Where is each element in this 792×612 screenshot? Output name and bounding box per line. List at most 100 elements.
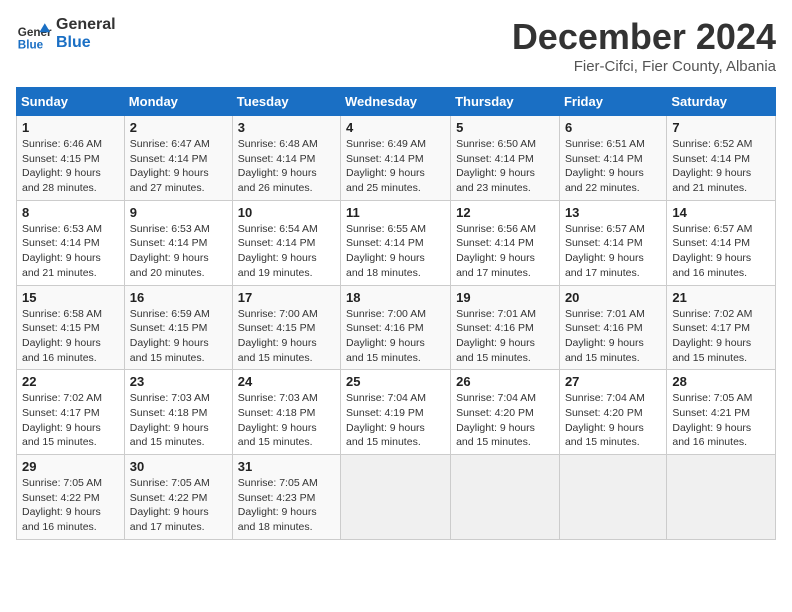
day-number: 8 bbox=[22, 205, 119, 220]
day-number: 13 bbox=[565, 205, 661, 220]
calendar-cell: 5 Sunrise: 6:50 AMSunset: 4:14 PMDaylight… bbox=[451, 116, 560, 201]
day-info: Sunrise: 7:01 AMSunset: 4:16 PMDaylight:… bbox=[565, 307, 661, 366]
day-number: 21 bbox=[672, 290, 770, 305]
day-info: Sunrise: 7:05 AMSunset: 4:22 PMDaylight:… bbox=[130, 476, 227, 535]
day-info: Sunrise: 7:05 AMSunset: 4:21 PMDaylight:… bbox=[672, 391, 770, 450]
day-info: Sunrise: 6:50 AMSunset: 4:14 PMDaylight:… bbox=[456, 137, 554, 196]
col-header-friday: Friday bbox=[559, 88, 666, 116]
day-number: 6 bbox=[565, 120, 661, 135]
calendar-cell: 7 Sunrise: 6:52 AMSunset: 4:14 PMDaylight… bbox=[667, 116, 776, 201]
calendar-cell: 12 Sunrise: 6:56 AMSunset: 4:14 PMDayligh… bbox=[451, 200, 560, 285]
col-header-sunday: Sunday bbox=[17, 88, 125, 116]
day-number: 3 bbox=[238, 120, 335, 135]
calendar-cell: 13 Sunrise: 6:57 AMSunset: 4:14 PMDayligh… bbox=[559, 200, 666, 285]
calendar-cell: 1Sunrise: 6:46 AMSunset: 4:15 PMDaylight… bbox=[17, 116, 125, 201]
calendar-week-1: 1Sunrise: 6:46 AMSunset: 4:15 PMDaylight… bbox=[17, 116, 776, 201]
calendar-cell: 26 Sunrise: 7:04 AMSunset: 4:20 PMDayligh… bbox=[451, 370, 560, 455]
page-header: General Blue General Blue December 2024 … bbox=[16, 16, 776, 75]
day-info: Sunrise: 7:03 AMSunset: 4:18 PMDaylight:… bbox=[238, 391, 335, 450]
day-info: Sunrise: 6:51 AMSunset: 4:14 PMDaylight:… bbox=[565, 137, 661, 196]
calendar-cell bbox=[451, 455, 560, 540]
day-info: Sunrise: 7:05 AMSunset: 4:23 PMDaylight:… bbox=[238, 476, 335, 535]
calendar-cell: 22Sunrise: 7:02 AMSunset: 4:17 PMDayligh… bbox=[17, 370, 125, 455]
day-info: Sunrise: 6:47 AMSunset: 4:14 PMDaylight:… bbox=[130, 137, 227, 196]
calendar-cell: 8 Sunrise: 6:53 AMSunset: 4:14 PMDaylight… bbox=[17, 200, 125, 285]
col-header-tuesday: Tuesday bbox=[232, 88, 340, 116]
calendar-cell bbox=[667, 455, 776, 540]
day-number: 10 bbox=[238, 205, 335, 220]
day-info: Sunrise: 7:05 AMSunset: 4:22 PMDaylight:… bbox=[22, 476, 119, 535]
location: Fier-Cifci, Fier County, Albania bbox=[512, 58, 776, 75]
calendar-week-4: 22Sunrise: 7:02 AMSunset: 4:17 PMDayligh… bbox=[17, 370, 776, 455]
day-number: 15 bbox=[22, 290, 119, 305]
calendar-header-row: SundayMondayTuesdayWednesdayThursdayFrid… bbox=[17, 88, 776, 116]
title-block: December 2024 Fier-Cifci, Fier County, A… bbox=[512, 16, 776, 75]
day-number: 17 bbox=[238, 290, 335, 305]
day-number: 12 bbox=[456, 205, 554, 220]
calendar-cell: 27 Sunrise: 7:04 AMSunset: 4:20 PMDayligh… bbox=[559, 370, 666, 455]
day-number: 18 bbox=[346, 290, 445, 305]
day-info: Sunrise: 7:04 AMSunset: 4:20 PMDaylight:… bbox=[565, 391, 661, 450]
day-info: Sunrise: 7:02 AMSunset: 4:17 PMDaylight:… bbox=[672, 307, 770, 366]
day-info: Sunrise: 6:55 AMSunset: 4:14 PMDaylight:… bbox=[346, 222, 445, 281]
day-info: Sunrise: 6:46 AMSunset: 4:15 PMDaylight:… bbox=[22, 137, 119, 196]
day-number: 29 bbox=[22, 459, 119, 474]
calendar-cell: 9Sunrise: 6:53 AMSunset: 4:14 PMDaylight… bbox=[124, 200, 232, 285]
calendar-cell: 29 Sunrise: 7:05 AMSunset: 4:22 PMDayligh… bbox=[17, 455, 125, 540]
month-title: December 2024 bbox=[512, 16, 776, 58]
day-info: Sunrise: 6:53 AMSunset: 4:14 PMDaylight:… bbox=[22, 222, 119, 281]
day-info: Sunrise: 7:04 AMSunset: 4:20 PMDaylight:… bbox=[456, 391, 554, 450]
day-info: Sunrise: 6:57 AMSunset: 4:14 PMDaylight:… bbox=[565, 222, 661, 281]
day-number: 2 bbox=[130, 120, 227, 135]
svg-text:Blue: Blue bbox=[18, 38, 44, 51]
day-number: 31 bbox=[238, 459, 335, 474]
day-number: 28 bbox=[672, 374, 770, 389]
day-info: Sunrise: 7:00 AMSunset: 4:15 PMDaylight:… bbox=[238, 307, 335, 366]
day-number: 22 bbox=[22, 374, 119, 389]
day-info: Sunrise: 6:56 AMSunset: 4:14 PMDaylight:… bbox=[456, 222, 554, 281]
day-number: 27 bbox=[565, 374, 661, 389]
calendar-cell: 31 Sunrise: 7:05 AMSunset: 4:23 PMDayligh… bbox=[232, 455, 340, 540]
col-header-wednesday: Wednesday bbox=[341, 88, 451, 116]
calendar-cell: 14Sunrise: 6:57 AMSunset: 4:14 PMDayligh… bbox=[667, 200, 776, 285]
calendar-cell: 3 Sunrise: 6:48 AMSunset: 4:14 PMDaylight… bbox=[232, 116, 340, 201]
day-info: Sunrise: 7:04 AMSunset: 4:19 PMDaylight:… bbox=[346, 391, 445, 450]
col-header-saturday: Saturday bbox=[667, 88, 776, 116]
logo-icon: General Blue bbox=[16, 16, 52, 52]
day-info: Sunrise: 6:49 AMSunset: 4:14 PMDaylight:… bbox=[346, 137, 445, 196]
calendar-cell: 24 Sunrise: 7:03 AMSunset: 4:18 PMDayligh… bbox=[232, 370, 340, 455]
logo-blue: Blue bbox=[56, 34, 116, 52]
col-header-monday: Monday bbox=[124, 88, 232, 116]
calendar-table: SundayMondayTuesdayWednesdayThursdayFrid… bbox=[16, 87, 776, 540]
day-number: 9 bbox=[130, 205, 227, 220]
day-info: Sunrise: 6:57 AMSunset: 4:14 PMDaylight:… bbox=[672, 222, 770, 281]
calendar-cell: 10Sunrise: 6:54 AMSunset: 4:14 PMDayligh… bbox=[232, 200, 340, 285]
calendar-week-2: 8 Sunrise: 6:53 AMSunset: 4:14 PMDaylight… bbox=[17, 200, 776, 285]
calendar-cell: 28 Sunrise: 7:05 AMSunset: 4:21 PMDayligh… bbox=[667, 370, 776, 455]
col-header-thursday: Thursday bbox=[451, 88, 560, 116]
day-number: 26 bbox=[456, 374, 554, 389]
calendar-cell: 15Sunrise: 6:58 AMSunset: 4:15 PMDayligh… bbox=[17, 285, 125, 370]
day-number: 24 bbox=[238, 374, 335, 389]
day-number: 7 bbox=[672, 120, 770, 135]
day-number: 4 bbox=[346, 120, 445, 135]
day-number: 20 bbox=[565, 290, 661, 305]
day-info: Sunrise: 6:48 AMSunset: 4:14 PMDaylight:… bbox=[238, 137, 335, 196]
calendar-cell: 19Sunrise: 7:01 AMSunset: 4:16 PMDayligh… bbox=[451, 285, 560, 370]
calendar-cell: 30 Sunrise: 7:05 AMSunset: 4:22 PMDayligh… bbox=[124, 455, 232, 540]
calendar-cell: 21 Sunrise: 7:02 AMSunset: 4:17 PMDayligh… bbox=[667, 285, 776, 370]
calendar-week-3: 15Sunrise: 6:58 AMSunset: 4:15 PMDayligh… bbox=[17, 285, 776, 370]
day-info: Sunrise: 7:01 AMSunset: 4:16 PMDaylight:… bbox=[456, 307, 554, 366]
calendar-cell: 2 Sunrise: 6:47 AMSunset: 4:14 PMDaylight… bbox=[124, 116, 232, 201]
day-number: 25 bbox=[346, 374, 445, 389]
calendar-cell: 4 Sunrise: 6:49 AMSunset: 4:14 PMDaylight… bbox=[341, 116, 451, 201]
day-info: Sunrise: 6:52 AMSunset: 4:14 PMDaylight:… bbox=[672, 137, 770, 196]
day-number: 23 bbox=[130, 374, 227, 389]
calendar-cell: 25 Sunrise: 7:04 AMSunset: 4:19 PMDayligh… bbox=[341, 370, 451, 455]
day-info: Sunrise: 7:00 AMSunset: 4:16 PMDaylight:… bbox=[346, 307, 445, 366]
day-number: 5 bbox=[456, 120, 554, 135]
day-info: Sunrise: 7:03 AMSunset: 4:18 PMDaylight:… bbox=[130, 391, 227, 450]
day-number: 30 bbox=[130, 459, 227, 474]
logo: General Blue General Blue bbox=[16, 16, 116, 52]
calendar-cell: 16Sunrise: 6:59 AMSunset: 4:15 PMDayligh… bbox=[124, 285, 232, 370]
